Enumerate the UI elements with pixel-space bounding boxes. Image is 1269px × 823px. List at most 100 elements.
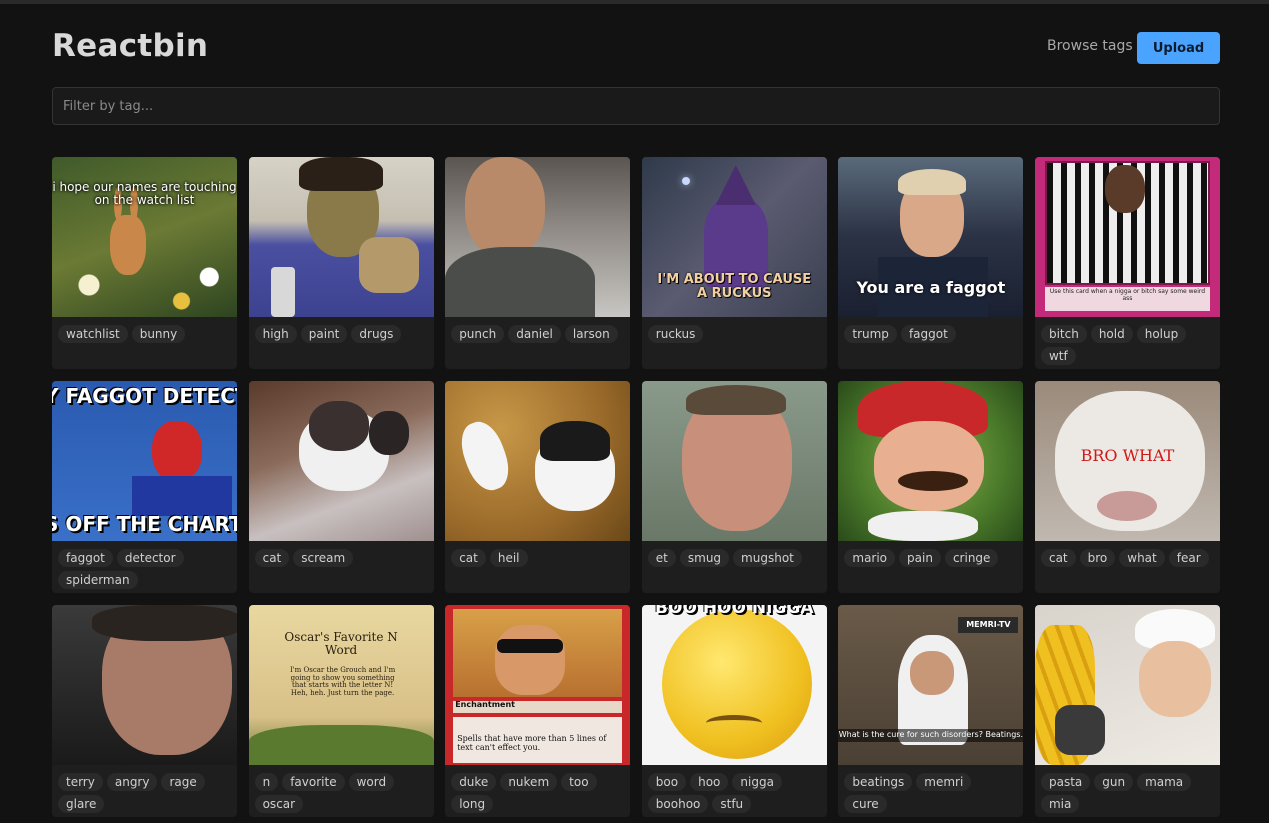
tag-chip[interactable]: n [254, 773, 279, 791]
tag-chip[interactable]: mugshot [733, 549, 802, 567]
tag-chip[interactable]: mia [1040, 795, 1080, 813]
reaction-card[interactable]: BOO HOO NIGGA boo hoo nigga boohoo stfu [641, 605, 827, 817]
channel-logo: MEMRI-TV [958, 617, 1019, 633]
tag-chip[interactable]: terry [58, 773, 103, 791]
tag-chip[interactable]: oscar [254, 795, 304, 813]
reaction-card[interactable]: cat scream [248, 381, 434, 593]
reaction-card[interactable]: terry angry rage glare [52, 605, 237, 817]
tag-chip[interactable]: cat [1040, 549, 1076, 567]
tag-chip[interactable]: spiderman [58, 571, 138, 589]
reaction-card[interactable]: pasta gun mama mia [1034, 605, 1220, 817]
tag-chip[interactable]: beatings [844, 773, 913, 791]
reaction-thumbnail[interactable]: BRO WHAT [1034, 381, 1220, 541]
tag-chip[interactable]: nigga [732, 773, 782, 791]
tag-chip[interactable]: paint [300, 325, 348, 343]
tag-chip[interactable]: bro [1079, 549, 1116, 567]
reaction-card[interactable]: punch daniel larson [445, 157, 631, 369]
tag-chip[interactable]: scream [293, 549, 354, 567]
tag-chip[interactable]: boohoo [647, 795, 709, 813]
reaction-thumbnail[interactable] [1034, 605, 1220, 765]
tag-chip[interactable]: ruckus [647, 325, 704, 343]
tag-chip[interactable]: wtf [1040, 347, 1076, 365]
tag-chip[interactable]: long [451, 795, 494, 813]
reaction-thumbnail[interactable]: MEMRI-TV What is the cure for such disor… [838, 605, 1024, 765]
reaction-card[interactable]: MEMRI-TV What is the cure for such disor… [838, 605, 1024, 817]
reaction-card[interactable]: Y FAGGOT DETECTO S OFF THE CHARTS faggot… [52, 381, 237, 593]
reaction-thumbnail[interactable] [445, 157, 631, 317]
reaction-card[interactable]: Use this card when a nigga or bitch say … [1034, 157, 1220, 369]
meme-caption: Oscar's Favorite N Word [284, 630, 398, 658]
tag-chip[interactable]: daniel [508, 325, 561, 343]
reaction-card[interactable]: You are a faggot trump faggot [838, 157, 1024, 369]
tag-chip[interactable]: faggot [900, 325, 956, 343]
reaction-thumbnail[interactable]: Enchantment Spells that have more than 5… [445, 605, 631, 765]
reaction-card[interactable]: i hope our names are touching on the wat… [52, 157, 237, 369]
tag-chip[interactable]: stfu [712, 795, 752, 813]
tag-chip[interactable]: detector [116, 549, 184, 567]
reaction-thumbnail[interactable]: I'M ABOUT TO CAUSE A RUCKUS [641, 157, 827, 317]
site-logo[interactable]: Reactbin [52, 28, 208, 64]
reaction-thumbnail[interactable] [52, 605, 237, 765]
tag-chip[interactable]: faggot [58, 549, 113, 567]
tag-chip[interactable]: punch [451, 325, 505, 343]
tag-chip[interactable]: pain [899, 549, 941, 567]
tag-list: pasta gun mama mia [1035, 765, 1220, 813]
tag-chip[interactable]: cringe [944, 549, 999, 567]
tag-list: mario pain cringe [838, 541, 1023, 567]
tag-chip[interactable]: hoo [690, 773, 729, 791]
tag-chip[interactable]: drugs [351, 325, 402, 343]
reaction-card[interactable]: I'M ABOUT TO CAUSE A RUCKUS ruckus [641, 157, 827, 369]
reaction-card[interactable]: Enchantment Spells that have more than 5… [445, 605, 631, 817]
tag-chip[interactable]: angry [106, 773, 158, 791]
tag-chip[interactable]: smug [679, 549, 730, 567]
reaction-thumbnail[interactable]: BOO HOO NIGGA [641, 605, 827, 765]
reaction-card[interactable]: high paint drugs [248, 157, 434, 369]
reaction-thumbnail[interactable]: Y FAGGOT DETECTO S OFF THE CHARTS [52, 381, 237, 541]
tag-chip[interactable]: larson [564, 325, 618, 343]
tag-chip[interactable]: holup [1136, 325, 1187, 343]
reaction-thumbnail[interactable] [641, 381, 827, 541]
tag-chip[interactable]: nukem [500, 773, 558, 791]
reaction-thumbnail[interactable]: i hope our names are touching on the wat… [52, 157, 237, 317]
tag-chip[interactable]: bitch [1040, 325, 1087, 343]
tag-chip[interactable]: cure [844, 795, 887, 813]
tag-chip[interactable]: high [254, 325, 297, 343]
tag-chip[interactable]: cat [451, 549, 486, 567]
reaction-thumbnail[interactable] [838, 381, 1024, 541]
tag-filter-input[interactable] [52, 87, 1220, 125]
tag-chip[interactable]: favorite [282, 773, 345, 791]
reaction-thumbnail[interactable] [445, 381, 631, 541]
tag-chip[interactable]: fear [1168, 549, 1209, 567]
reaction-thumbnail[interactable]: Oscar's Favorite N Word I'm Oscar the Gr… [248, 605, 434, 765]
tag-chip[interactable]: mama [1137, 773, 1192, 791]
reaction-thumbnail[interactable] [248, 381, 434, 541]
tag-chip[interactable]: glare [58, 795, 105, 813]
tag-chip[interactable]: pasta [1040, 773, 1091, 791]
tag-chip[interactable]: cat [254, 549, 290, 567]
tag-chip[interactable]: gun [1094, 773, 1134, 791]
reaction-card[interactable]: et smug mugshot [641, 381, 827, 593]
browse-tags-link[interactable]: Browse tags [1047, 38, 1133, 54]
tag-chip[interactable]: memri [916, 773, 972, 791]
tag-chip[interactable]: bunny [131, 325, 186, 343]
tag-chip[interactable]: duke [451, 773, 497, 791]
tag-chip[interactable]: mario [844, 549, 896, 567]
reaction-card[interactable]: Oscar's Favorite N Word I'm Oscar the Gr… [248, 605, 434, 817]
reaction-card[interactable]: BRO WHAT cat bro what fear [1034, 381, 1220, 593]
upload-button[interactable]: Upload [1137, 32, 1220, 64]
reaction-thumbnail[interactable]: Use this card when a nigga or bitch say … [1034, 157, 1220, 317]
tag-chip[interactable]: boo [647, 773, 687, 791]
tag-chip[interactable]: et [647, 549, 676, 567]
reaction-thumbnail[interactable]: You are a faggot [838, 157, 1024, 317]
tag-chip[interactable]: what [1119, 549, 1165, 567]
tag-chip[interactable]: rage [161, 773, 205, 791]
tag-chip[interactable]: heil [489, 549, 528, 567]
tag-chip[interactable]: trump [844, 325, 897, 343]
reaction-card[interactable]: cat heil [445, 381, 631, 593]
tag-chip[interactable]: hold [1090, 325, 1133, 343]
tag-chip[interactable]: watchlist [58, 325, 128, 343]
tag-chip[interactable]: word [348, 773, 395, 791]
tag-chip[interactable]: too [561, 773, 597, 791]
reaction-thumbnail[interactable] [248, 157, 434, 317]
reaction-card[interactable]: mario pain cringe [838, 381, 1024, 593]
